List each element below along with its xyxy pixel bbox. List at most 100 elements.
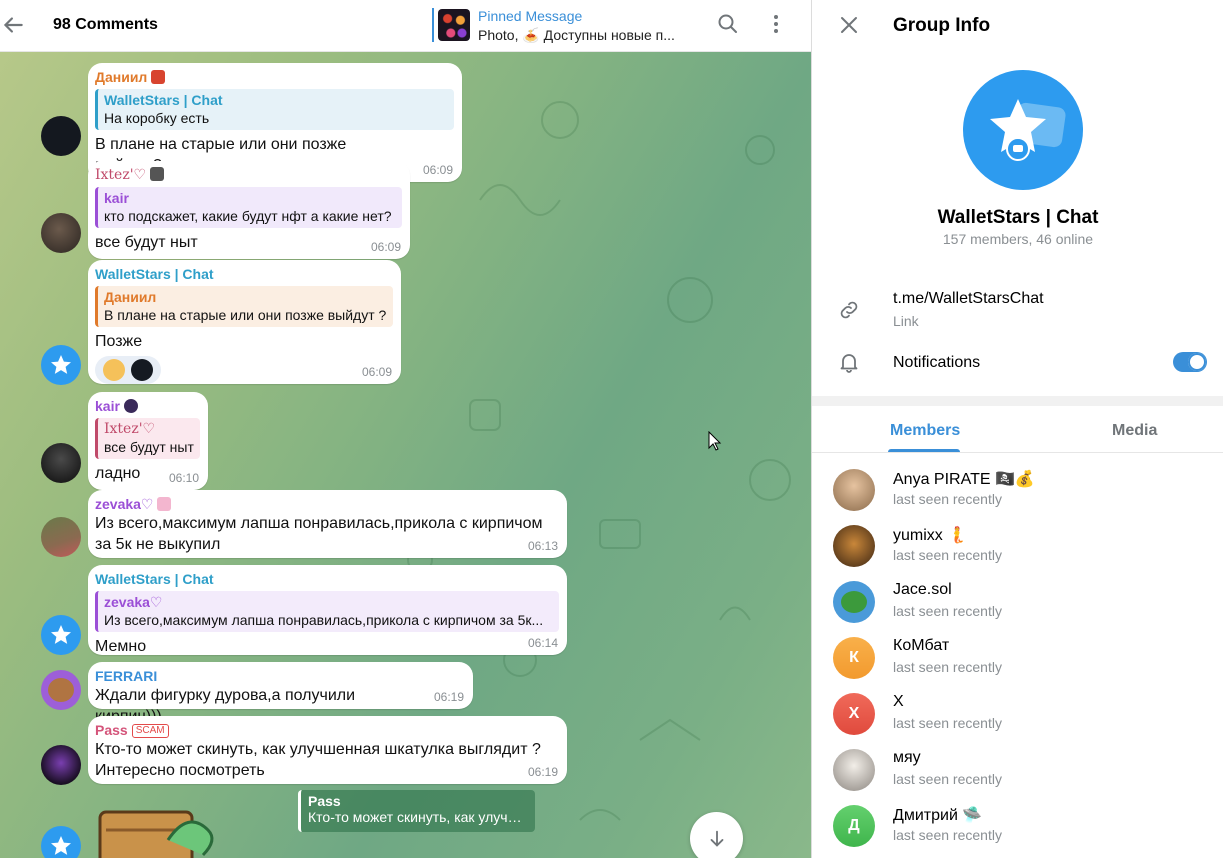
more-options-icon[interactable] <box>764 12 788 36</box>
sender-name[interactable]: zevaka♡ <box>95 496 153 512</box>
member-status: last seen recently <box>893 659 1002 675</box>
sender-name[interactable]: kair <box>95 398 120 414</box>
message-bubble[interactable]: Ixtez'♡ kair кто подскажет, какие будут … <box>88 161 410 259</box>
chat-panel: 98 Comments Pinned Message Photo, 🍝 Дост… <box>0 0 811 858</box>
member-avatar <box>833 469 875 511</box>
pinned-thumbnail[interactable] <box>438 9 470 41</box>
sender-name[interactable]: FERRARI <box>95 668 465 685</box>
member-status: last seen recently <box>893 603 1002 619</box>
member-avatar <box>833 525 875 567</box>
message-time: 06:09 <box>422 163 453 177</box>
reply-name: kair <box>104 190 129 206</box>
reply-quote[interactable]: Ixtez'♡ все будут ныт <box>95 418 200 459</box>
sticker-image[interactable] <box>98 800 218 858</box>
member-row[interactable]: Anya PIRATE 🏴‍☠️💰 last seen recently <box>812 469 1223 525</box>
sender-name[interactable]: WalletStars | Chat <box>95 571 559 588</box>
tab-members[interactable]: Members <box>890 422 960 440</box>
mouse-cursor-icon <box>708 431 722 451</box>
message-time: 06:13 <box>527 539 558 553</box>
member-status: last seen recently <box>893 547 1002 563</box>
frog-icon <box>841 591 867 613</box>
member-name: Jace.sol <box>893 581 952 598</box>
member-name: Дмитрий 🛸 <box>893 807 983 824</box>
sender-name[interactable]: Ixtez'♡ <box>95 167 146 183</box>
tab-media[interactable]: Media <box>1112 422 1157 440</box>
member-status: last seen recently <box>893 491 1002 507</box>
reply-quote[interactable]: zevaka♡ Из всего,максимум лапша понравил… <box>95 591 559 632</box>
reply-quote[interactable]: kair кто подскажет, какие будут нфт а ка… <box>95 187 402 228</box>
sender-emoji-icon <box>150 167 165 181</box>
reply-preview-card[interactable]: Pass Кто-то может скинуть, как улучшенна… <box>298 790 535 832</box>
reactor-avatar <box>131 359 153 381</box>
member-row[interactable]: yumixx 🧜 last seen recently <box>812 525 1223 581</box>
sender-name[interactable]: Pass <box>95 722 128 738</box>
star-icon <box>51 625 71 644</box>
tabs-divider <box>812 452 1223 453</box>
sender-emoji-icon <box>157 497 172 511</box>
reply-text: Из всего,максимум лапша понравилась,прик… <box>104 612 544 628</box>
notifications-toggle[interactable] <box>1173 352 1207 372</box>
message-bubble[interactable]: kair Ixtez'♡ все будут ныт ладно 06:10 <box>88 392 208 490</box>
member-name: X <box>893 693 904 710</box>
reply-name: Ixtez'♡ <box>104 421 156 437</box>
member-row[interactable]: Д Дмитрий 🛸 last seen recently <box>812 805 1223 858</box>
member-row[interactable]: X X last seen recently <box>812 693 1223 749</box>
message-bubble[interactable]: WalletStars | Chat zevaka♡ Из всего,макс… <box>88 565 567 655</box>
group-info-panel: Group Info WalletStars | Chat 157 member… <box>811 0 1223 858</box>
reply-preview-text: Кто-то может скинуть, как улучшенная шка… <box>308 809 528 825</box>
reply-name: WalletStars | Chat <box>104 92 223 108</box>
scroll-down-button[interactable] <box>690 812 743 858</box>
reply-quote[interactable]: Даниил В плане на старые или они позже в… <box>95 286 393 327</box>
message-text-line1: Кто-то может скинуть, как улучшенная шка… <box>95 741 541 758</box>
member-avatar <box>833 749 875 791</box>
member-status: last seen recently <box>893 771 1002 787</box>
reply-text: На коробку есть <box>104 110 210 126</box>
group-link[interactable]: t.me/WalletStarsChat <box>893 290 1044 308</box>
avatar[interactable] <box>41 615 81 655</box>
message-time: 06:14 <box>527 636 558 650</box>
member-row[interactable]: К КоМбат last seen recently <box>812 637 1223 693</box>
avatar[interactable] <box>41 443 81 483</box>
wallet-star-icon <box>990 99 1066 161</box>
group-avatar[interactable] <box>963 70 1083 190</box>
pinned-message-text[interactable]: Photo, 🍝 Доступны новые п... <box>478 27 683 44</box>
message-time: 06:09 <box>361 365 392 379</box>
avatar[interactable] <box>41 826 81 858</box>
message-bubble[interactable]: WalletStars | Chat Даниил В плане на ста… <box>88 260 401 384</box>
message-text: все будут ныт <box>95 234 198 251</box>
reactions[interactable] <box>95 356 161 384</box>
sender-name[interactable]: WalletStars | Chat <box>95 266 393 283</box>
avatar[interactable] <box>41 670 81 710</box>
message-text: Мемно <box>95 638 147 655</box>
sender-emoji-icon <box>151 70 166 84</box>
panel-title: Group Info <box>893 15 991 36</box>
member-row[interactable]: мяу last seen recently <box>812 749 1223 805</box>
close-icon[interactable] <box>837 13 861 37</box>
scam-badge: SCAM <box>131 724 169 738</box>
link-icon <box>840 301 858 319</box>
avatar[interactable] <box>41 517 81 557</box>
notifications-label: Notifications <box>893 354 981 371</box>
avatar[interactable] <box>41 345 81 385</box>
avatar[interactable] <box>41 745 81 785</box>
member-avatar: К <box>833 637 875 679</box>
avatar[interactable] <box>41 116 81 156</box>
back-arrow-icon[interactable] <box>0 12 26 38</box>
star-icon <box>51 836 71 855</box>
message-bubble[interactable]: Pass SCAM Кто-то может скинуть, как улучш… <box>88 716 567 784</box>
pinned-message-label[interactable]: Pinned Message <box>478 8 582 24</box>
bell-icon <box>840 354 858 373</box>
member-row[interactable]: Jace.sol last seen recently <box>812 581 1223 637</box>
sender-name[interactable]: Даниил <box>95 69 147 85</box>
star-icon <box>51 355 71 374</box>
chat-header: 98 Comments Pinned Message Photo, 🍝 Дост… <box>0 0 811 52</box>
member-avatar: X <box>833 693 875 735</box>
message-bubble[interactable]: FERRARI Ждали фигурку дурова,а получили … <box>88 662 473 725</box>
message-time: 06:19 <box>433 690 464 704</box>
reply-text: кто подскажет, какие будут нфт а какие н… <box>104 208 392 224</box>
reply-name: zevaka♡ <box>104 594 163 610</box>
reply-quote[interactable]: WalletStars | Chat На коробку есть <box>95 89 454 130</box>
avatar[interactable] <box>41 213 81 253</box>
search-icon[interactable] <box>716 12 740 36</box>
message-bubble[interactable]: zevaka♡ Из всего,максимум лапша понравил… <box>88 490 567 558</box>
